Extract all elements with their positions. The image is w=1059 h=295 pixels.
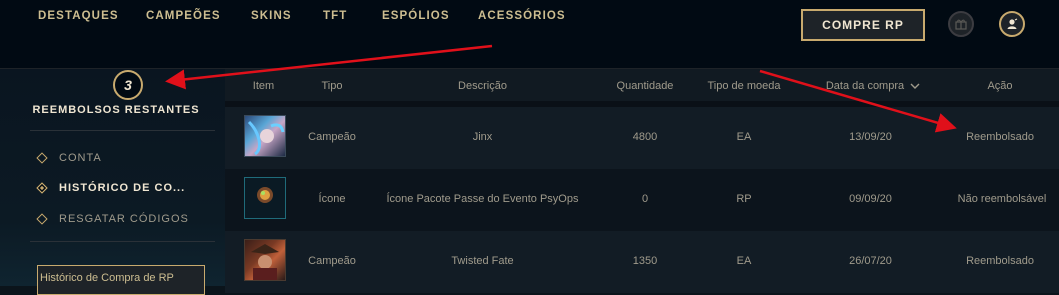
table-header: Item Tipo Descrição Quantidade Tipo de m… (225, 69, 1059, 101)
sidebar-item-conta[interactable]: CONTA (36, 150, 102, 166)
nav-destaques[interactable]: DESTAQUES (38, 10, 119, 22)
cell-action: Reembolsado (966, 255, 1034, 267)
header-quantity[interactable]: Quantidade (605, 80, 685, 92)
cell-description: Jinx (472, 131, 493, 143)
diamond-filled-icon (36, 182, 48, 194)
cell-date: 09/09/20 (849, 193, 892, 205)
table-row: Campeão Twisted Fate 1350 EA 26/07/20 Re… (225, 231, 1059, 293)
header-description: Descrição (458, 80, 507, 92)
profile-icon[interactable] (999, 11, 1025, 37)
psyops-icon (257, 187, 273, 203)
header-type: Tipo (321, 80, 343, 92)
sidebar (0, 69, 225, 286)
twisted-fate-portrait-icon (251, 244, 279, 280)
header-currency[interactable]: Tipo de moeda (699, 80, 789, 92)
icon-psyops-thumbnail (244, 177, 286, 219)
cell-date: 13/09/20 (849, 131, 892, 143)
sidebar-item-label: RESGATAR CÓDIGOS (59, 213, 189, 225)
champion-twisted-fate-thumbnail (244, 239, 286, 281)
table-row: Campeão Jinx 4800 EA 13/09/20 Reembolsad… (225, 107, 1059, 169)
gift-icon-glyph (955, 19, 967, 30)
buy-rp-button[interactable]: COMPRE RP (801, 9, 925, 41)
cell-description: Twisted Fate (451, 255, 514, 267)
cell-currency: RP (736, 193, 752, 205)
cell-action: Não reembolsável (957, 193, 1047, 205)
purchase-history-table: Item Tipo Descrição Quantidade Tipo de m… (225, 69, 1059, 293)
header-date-sort[interactable]: Data da compra (813, 80, 933, 92)
profile-icon-glyph (1007, 18, 1018, 29)
nav-acessorios[interactable]: ACESSÓRIOS (478, 10, 566, 22)
header-action: Ação (987, 80, 1013, 92)
cell-quantity: 1350 (632, 255, 658, 267)
cell-date: 26/07/20 (849, 255, 892, 267)
cell-currency: EA (736, 255, 752, 267)
refund-remaining-label: REEMBOLSOS RESTANTES (32, 104, 200, 116)
diamond-icon (36, 213, 48, 225)
sidebar-item-historico[interactable]: HISTÓRICO DE CO... (36, 180, 186, 196)
sidebar-item-label: HISTÓRICO DE CO... (59, 182, 186, 194)
jinx-portrait-icon (247, 120, 285, 156)
cell-description: Ícone Pacote Passe do Evento PsyOps (386, 193, 579, 205)
header-date: Data da compra (825, 80, 905, 92)
header-item: Item (252, 80, 275, 92)
sidebar-divider (30, 130, 215, 131)
refund-count-badge: 3 (113, 70, 143, 100)
cell-currency: EA (736, 131, 752, 143)
cell-quantity: 0 (641, 193, 649, 205)
cell-action: Reembolsado (966, 131, 1034, 143)
rp-history-button[interactable]: Histórico de Compra de RP (37, 265, 205, 295)
cell-type: Campeão (308, 131, 356, 143)
diamond-icon (36, 152, 48, 164)
champion-jinx-thumbnail (244, 115, 286, 157)
gift-icon[interactable] (948, 11, 974, 37)
nav-campeoes[interactable]: CAMPEÕES (146, 10, 221, 22)
nav-espolios[interactable]: ESPÓLIOS (382, 10, 450, 22)
top-nav: DESTAQUES CAMPEÕES SKINS TFT ESPÓLIOS AC… (0, 0, 1059, 69)
table-row: Ícone Ícone Pacote Passe do Evento PsyOp… (225, 169, 1059, 231)
cell-quantity: 4800 (632, 131, 658, 143)
sidebar-item-label: CONTA (59, 152, 102, 164)
cell-type: Ícone (318, 193, 346, 205)
chevron-down-icon (910, 83, 920, 89)
nav-skins[interactable]: SKINS (251, 10, 292, 22)
sidebar-divider (30, 241, 215, 242)
sidebar-item-resgatar[interactable]: RESGATAR CÓDIGOS (36, 211, 189, 227)
cell-type: Campeão (308, 255, 356, 267)
nav-tft[interactable]: TFT (323, 10, 347, 22)
